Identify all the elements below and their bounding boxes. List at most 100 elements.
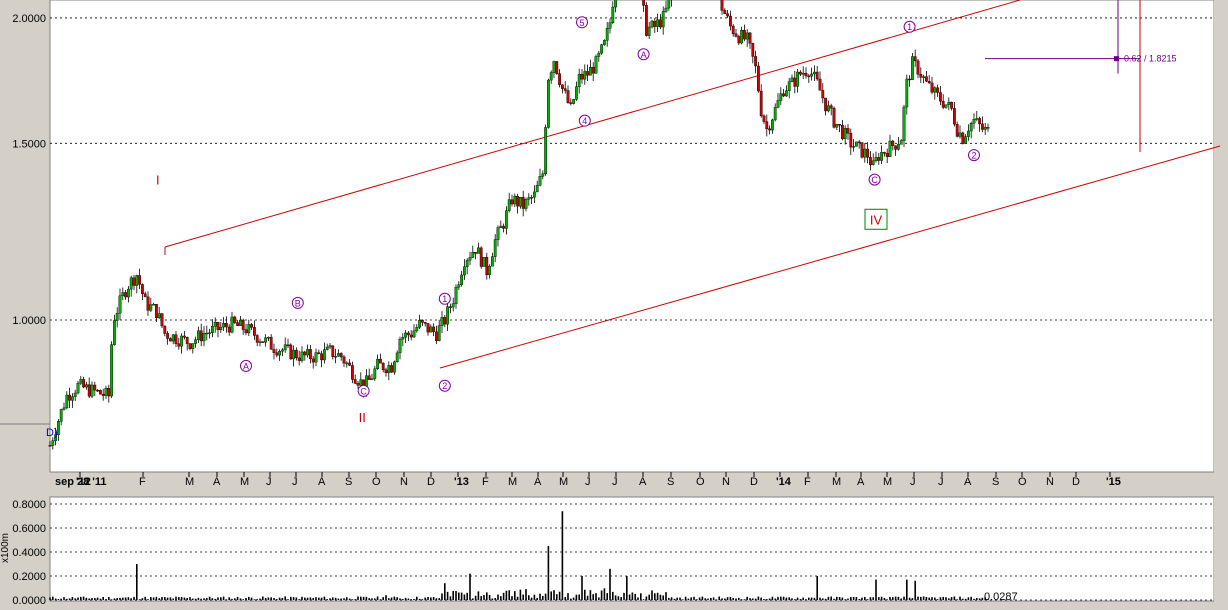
candle-body	[656, 19, 660, 27]
candle-body	[605, 28, 609, 41]
candle-body	[871, 160, 875, 165]
candle-body	[205, 332, 209, 335]
candle-body	[933, 87, 937, 93]
volume-bar	[315, 597, 317, 600]
volume-bar	[486, 592, 488, 600]
time-tick-label: F	[482, 476, 489, 488]
volume-bar	[894, 596, 897, 600]
candle-body	[527, 197, 531, 200]
volume-bar	[396, 597, 398, 600]
volume-bar	[365, 596, 368, 600]
volume-bar	[788, 597, 790, 600]
candle-body	[953, 108, 956, 125]
volume-last-value: 0.0287	[984, 591, 1018, 603]
volume-bar	[696, 599, 698, 600]
volume-bar	[480, 596, 482, 600]
candle-body	[286, 344, 290, 347]
volume-bar	[612, 591, 614, 600]
time-tick-label: A	[534, 476, 542, 488]
candle-body	[796, 71, 800, 87]
time-tick-label: S	[992, 476, 999, 488]
volume-bar	[908, 597, 911, 600]
candle-body	[513, 195, 517, 205]
volume-bar	[673, 598, 676, 600]
time-tick-label: A	[318, 476, 326, 488]
candle-body	[941, 100, 945, 108]
candle-body	[337, 353, 340, 357]
candle-body	[157, 313, 161, 318]
candle-body	[653, 20, 657, 27]
volume-bar	[707, 598, 709, 600]
time-tick-label: J	[938, 476, 944, 488]
volume-bar	[105, 599, 107, 600]
volume-panel	[49, 496, 1215, 602]
wave-label: II	[359, 410, 366, 425]
volume-bar	[337, 598, 340, 600]
time-tick-label: M	[185, 476, 194, 488]
candle-body	[936, 87, 940, 93]
volume-bar	[561, 511, 564, 600]
volume-bar	[637, 597, 639, 600]
volume-bar	[346, 597, 348, 600]
volume-bar	[147, 599, 149, 600]
price-tick-label: 1.5000	[12, 138, 46, 150]
volume-bar	[208, 596, 211, 600]
volume-bar	[250, 597, 253, 600]
candle-body	[751, 43, 755, 57]
volume-bar	[752, 598, 754, 600]
candle-body	[250, 324, 253, 328]
candle-body	[238, 319, 242, 326]
volume-bar	[598, 597, 600, 600]
volume-bar	[570, 598, 572, 600]
time-tick-label: D	[1072, 476, 1080, 488]
volume-bar	[281, 598, 284, 600]
volume-bar	[878, 597, 880, 600]
volume-bar	[264, 597, 267, 600]
volume-bar	[192, 598, 194, 600]
volume-bar	[670, 597, 673, 600]
volume-bar	[875, 579, 877, 600]
candle-body	[471, 252, 475, 258]
volume-bar	[402, 598, 404, 600]
time-tick-label: A	[639, 476, 647, 488]
candle-body	[244, 329, 248, 334]
candle-body	[589, 67, 592, 76]
volume-bar	[903, 596, 905, 600]
candle-body	[258, 341, 262, 343]
candle-body	[451, 303, 455, 308]
volume-bar	[872, 597, 874, 600]
volume-bar	[127, 597, 130, 600]
candle-body	[955, 123, 959, 137]
volume-bar	[623, 592, 625, 600]
volume-bar	[385, 595, 387, 600]
volume-bar	[390, 597, 393, 600]
candle-body	[813, 71, 816, 75]
volume-bar	[452, 590, 454, 600]
candle-body	[323, 349, 326, 361]
volume-bar	[827, 596, 830, 600]
candle-body	[919, 73, 923, 78]
candle-body	[944, 104, 948, 108]
volume-bar	[287, 599, 289, 600]
candle-body	[182, 335, 186, 338]
volume-bar	[550, 591, 552, 600]
candle-body	[491, 256, 494, 267]
volume-bar	[712, 597, 715, 600]
candle-body	[790, 77, 794, 82]
volume-bar	[684, 596, 687, 600]
volume-bar	[833, 598, 835, 600]
candle-body	[877, 157, 881, 161]
volume-bar	[897, 596, 900, 600]
candle-body	[146, 296, 150, 311]
volume-bar	[161, 597, 163, 600]
volume-bar	[617, 596, 620, 600]
candle-body	[283, 344, 287, 351]
candle-body	[561, 84, 564, 89]
volume-bar	[152, 597, 155, 600]
time-tick-label: O	[1018, 476, 1027, 488]
candle-body	[975, 118, 979, 120]
volume-bar	[284, 596, 286, 600]
volume-bar	[656, 592, 659, 600]
candle-body	[757, 65, 760, 92]
volume-bar	[939, 597, 942, 600]
